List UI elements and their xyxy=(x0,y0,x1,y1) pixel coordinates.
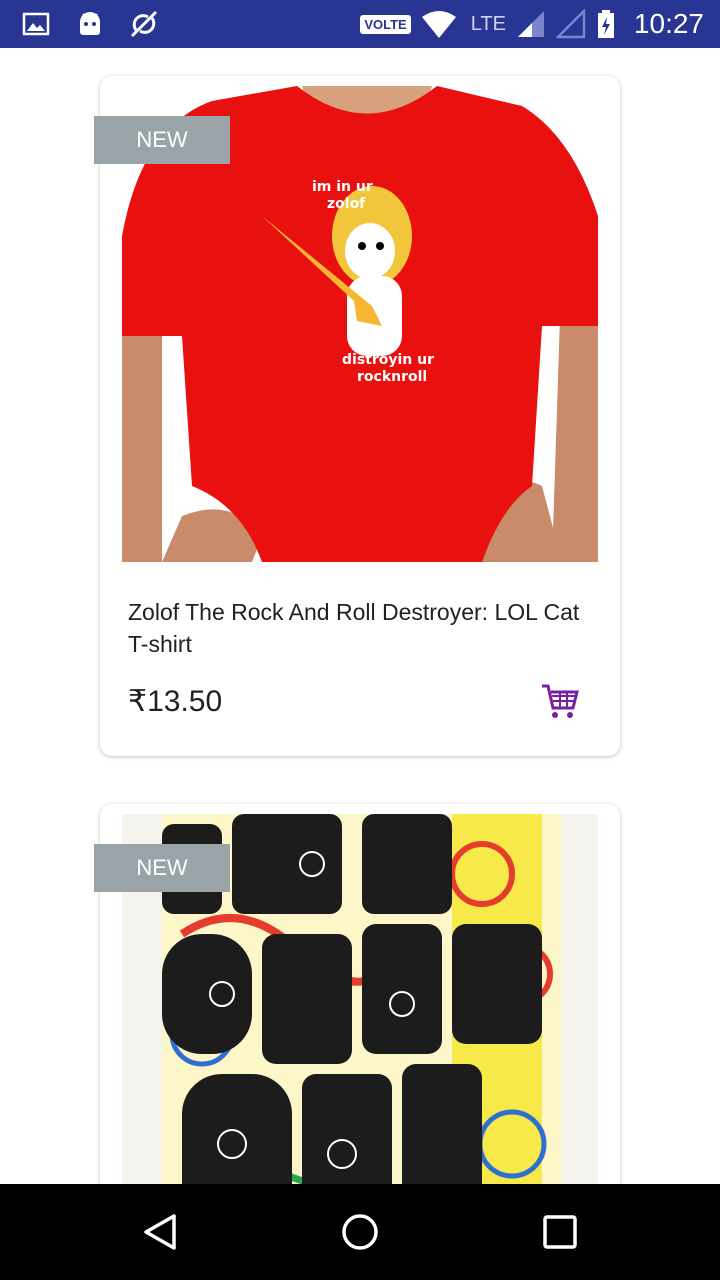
back-icon[interactable] xyxy=(136,1208,184,1256)
image-icon xyxy=(22,12,50,36)
battery-charging-icon xyxy=(597,10,614,38)
shirt-text: zolof xyxy=(327,196,366,212)
home-icon[interactable] xyxy=(336,1208,384,1256)
new-badge: NEW xyxy=(94,844,230,892)
product-price: ₹13.50 xyxy=(128,685,223,718)
shirt-text: distroyin ur xyxy=(342,352,434,368)
status-bar: VOLTE LTE 10:27 xyxy=(0,0,720,48)
volte-badge: VOLTE xyxy=(360,14,411,34)
product-list[interactable]: NEW im in ur zolof distroyin ur rocknrol… xyxy=(0,48,720,1184)
recents-icon[interactable] xyxy=(536,1208,584,1256)
add-to-cart-icon[interactable] xyxy=(540,682,580,722)
wifi-icon xyxy=(421,11,456,38)
product-card[interactable]: NEW im in ur zolof distroyin ur rocknrol… xyxy=(94,76,620,756)
product-title[interactable]: Zolof The Rock And Roll Destroyer: LOL C… xyxy=(128,596,598,660)
product-card[interactable]: NEW xyxy=(94,804,620,1184)
signal-empty-icon xyxy=(555,9,586,39)
android-icon xyxy=(80,12,100,35)
navigation-bar xyxy=(0,1184,720,1280)
new-badge: NEW xyxy=(94,116,230,164)
clock: 10:27 xyxy=(633,8,704,39)
signal-icon xyxy=(517,11,544,37)
network-type: LTE xyxy=(470,12,506,35)
no-sync-icon xyxy=(130,10,158,38)
shirt-text: im in ur xyxy=(312,179,373,195)
shirt-text: rocknroll xyxy=(357,369,427,385)
